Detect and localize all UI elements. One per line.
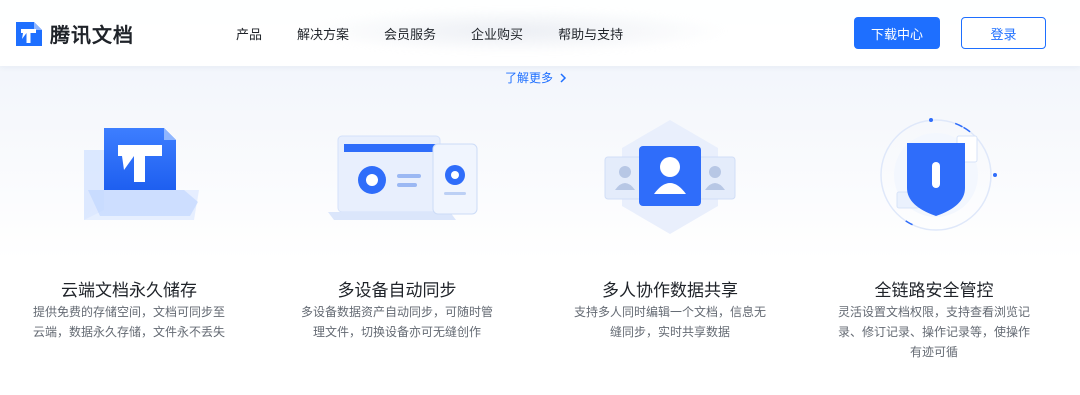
nav-item-membership[interactable]: 会员服务 [384,24,436,43]
feature-title: 多设备自动同步 [337,281,457,301]
tencent-docs-logo-icon [16,21,42,46]
login-button[interactable]: 登录 [961,17,1046,49]
feature-description: 多设备数据资产自动同步，可随时管理文件，切换设备亦可无缝创作 [301,305,494,339]
nav-item-products[interactable]: 产品 [236,24,262,43]
nav-item-help[interactable]: 帮助与支持 [558,24,623,43]
feature-description: 灵活设置文档权限，支持查看浏览记录、修订记录、操作记录等，使操作有迹可循 [838,305,1031,359]
collaboration-users-icon [604,120,736,234]
nav-item-solutions[interactable]: 解决方案 [297,24,349,43]
top-header: 腾讯文档 产品 解决方案 会员服务 企业购买 帮助与支持 下载中心 登录 [0,0,1080,66]
security-shield-icon [880,118,997,231]
document-laptop-icon [84,128,199,220]
feature-title: 云端文档永久储存 [61,281,197,301]
chevron-right-icon [560,72,567,83]
feature-description: 提供免费的存储空间，文档可同步至云端，数据永久存储，文件永不丢失 [33,305,226,339]
main-nav: 产品 解决方案 会员服务 企业购买 帮助与支持 [236,24,623,43]
multi-device-sync-icon [328,135,478,220]
nav-item-enterprise[interactable]: 企业购买 [471,24,523,43]
logo-text: 腾讯文档 [50,23,134,47]
learn-more-link[interactable]: 了解更多 [505,69,567,86]
download-center-button[interactable]: 下载中心 [854,17,940,49]
feature-title: 全链路安全管控 [874,281,994,301]
feature-description: 支持多人同时编辑一个文档，信息无缝同步，实时共享数据 [574,305,767,339]
learn-more-label: 了解更多 [505,71,554,85]
logo[interactable]: 腾讯文档 [14,19,134,48]
feature-title: 多人协作数据共享 [602,281,738,301]
